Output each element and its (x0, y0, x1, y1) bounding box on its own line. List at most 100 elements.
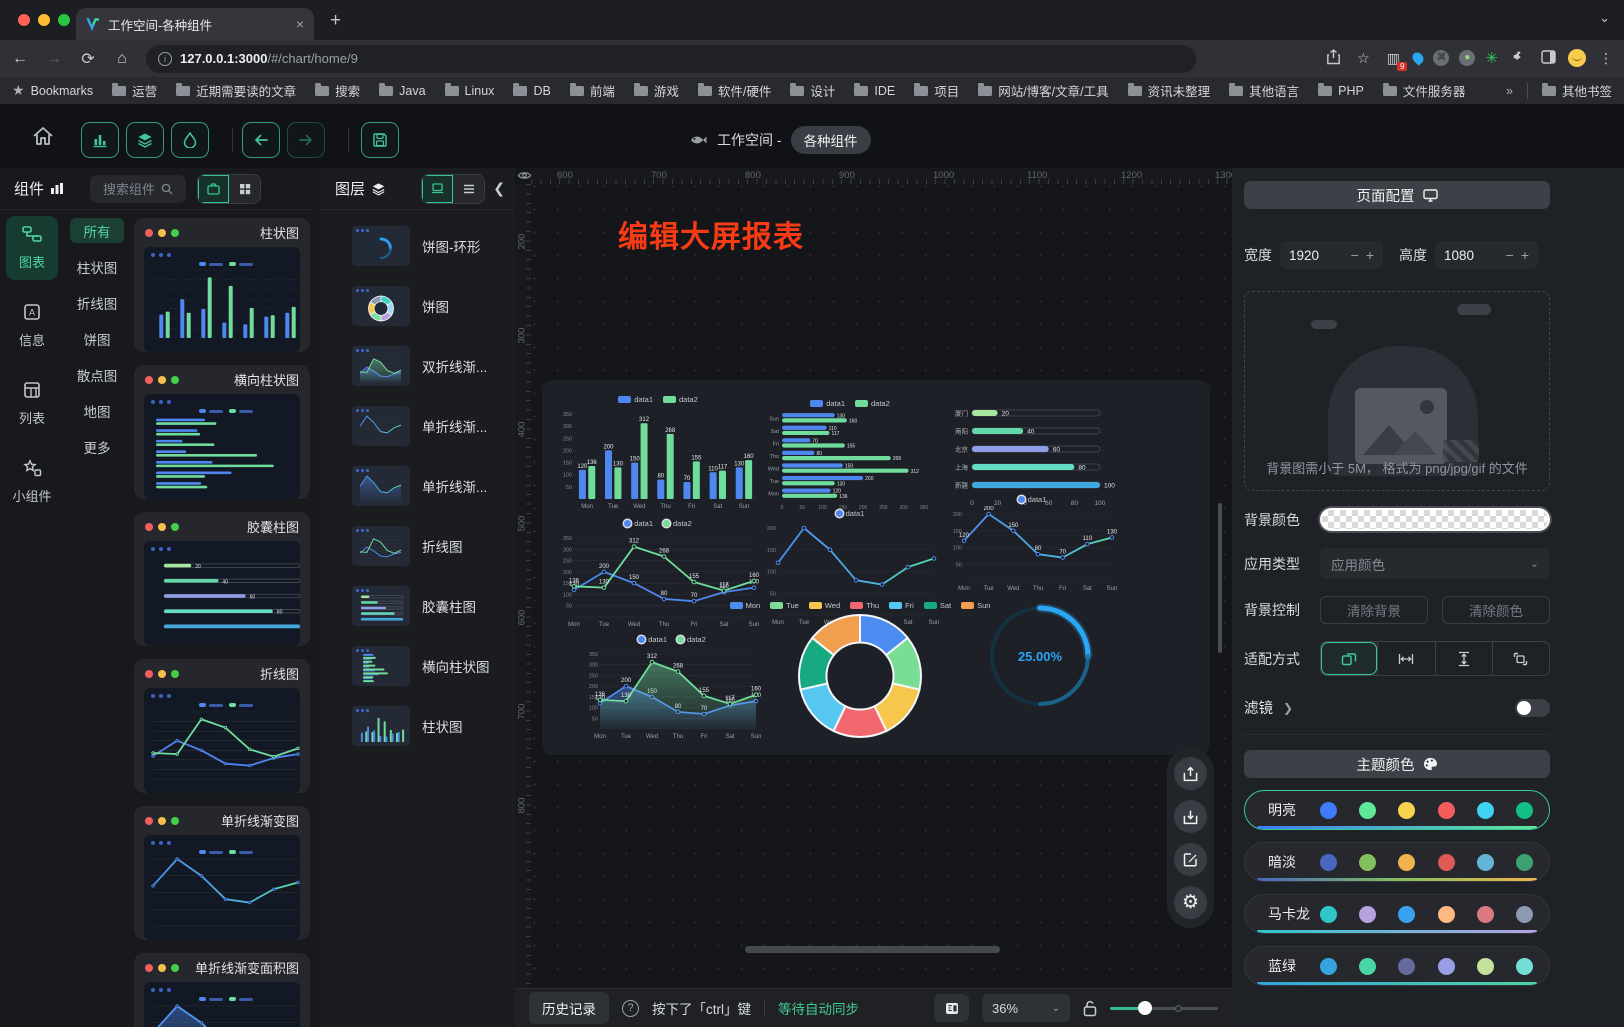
fit-stretch-option[interactable] (1492, 642, 1549, 675)
bookmark-folder[interactable]: 前端 (570, 81, 615, 100)
theme-color-dot[interactable] (1516, 906, 1533, 923)
theme-color-dot[interactable] (1359, 802, 1376, 819)
bookmarks-root[interactable]: ★Bookmarks (12, 82, 93, 99)
settings-gear-icon[interactable]: ⚙ (1174, 886, 1207, 919)
category-item[interactable]: 所有 (70, 218, 124, 243)
theme-color-dot[interactable] (1398, 958, 1415, 975)
bookmark-folder[interactable]: 设计 (790, 81, 835, 100)
details-panel-toggle[interactable] (171, 122, 209, 158)
macos-close-button[interactable] (18, 14, 30, 26)
bookmark-folder[interactable]: 项目 (914, 81, 959, 100)
bookmark-folder[interactable]: 软件/硬件 (698, 81, 771, 100)
width-plus[interactable]: + (1366, 247, 1374, 263)
rail-item-1[interactable]: A信息 (6, 294, 58, 358)
theme-color-header[interactable]: 主题颜色 (1244, 750, 1550, 778)
theme-color-dot[interactable] (1516, 802, 1533, 819)
fit-width-option[interactable] (1377, 642, 1434, 675)
new-tab-button[interactable]: + (330, 10, 341, 32)
bookmark-folder[interactable]: 文件服务器 (1383, 81, 1466, 100)
theme-color-dot[interactable] (1359, 958, 1376, 975)
layer-item[interactable]: 饼图-环形 (319, 216, 515, 276)
extension-dot-icon[interactable]: ● (1459, 50, 1475, 66)
forward-icon[interactable]: → (40, 50, 68, 68)
theme-color-dot[interactable] (1320, 958, 1337, 975)
dual-line-chart[interactable]: data1data250100150200250300350MonTueWedT… (556, 516, 760, 630)
edit-button[interactable] (1174, 843, 1207, 876)
save-button[interactable] (361, 122, 399, 158)
component-card[interactable]: 单折线渐变面积图 (134, 953, 310, 1027)
category-item[interactable]: 地图 (70, 398, 124, 423)
component-card[interactable]: 单折线渐变图 (134, 806, 310, 940)
editor-canvas[interactable]: 6007008009001000110012001300 20030040050… (515, 168, 1232, 1027)
browser-tab[interactable]: 工作空间-各种组件 × (76, 8, 314, 40)
theme-row-蓝绿[interactable]: 蓝绿 (1244, 946, 1550, 986)
reload-icon[interactable]: ⟳ (74, 49, 102, 69)
category-item[interactable]: 更多 (70, 434, 124, 459)
project-name-pill[interactable]: 各种组件 (791, 126, 871, 154)
share-icon[interactable] (1323, 49, 1343, 68)
help-icon[interactable]: ? (622, 1000, 639, 1017)
theme-color-dot[interactable] (1516, 958, 1533, 975)
layer-item[interactable]: 胶囊柱图 (319, 576, 515, 636)
layer-item[interactable]: 单折线渐... (319, 456, 515, 516)
theme-row-马卡龙[interactable]: 马卡龙 (1244, 894, 1550, 934)
layer-item[interactable]: 双折线渐... (319, 336, 515, 396)
height-plus[interactable]: + (1521, 247, 1529, 263)
ring-progress-chart[interactable]: 25.00% (986, 602, 1094, 710)
lock-open-icon[interactable] (1083, 1000, 1097, 1017)
workspace-label[interactable]: 工作空间 - (717, 130, 782, 150)
home-icon[interactable]: ⌂ (108, 50, 136, 68)
undo-button[interactable] (242, 122, 280, 158)
layer-item[interactable]: 折线图 (319, 516, 515, 576)
theme-color-dot[interactable] (1477, 854, 1494, 871)
slider-knob[interactable] (1138, 1001, 1152, 1015)
theme-color-dot[interactable] (1320, 854, 1337, 871)
clear-color-button[interactable]: 清除颜色 (1442, 596, 1550, 624)
component-card[interactable]: 柱状图 (134, 218, 310, 352)
theme-row-暗淡[interactable]: 暗淡 (1244, 842, 1550, 882)
theme-color-dot[interactable] (1477, 906, 1494, 923)
rail-item-2[interactable]: 列表 (6, 372, 58, 436)
collapse-panel-icon[interactable]: ❮ (493, 180, 505, 197)
browser-menu-icon[interactable]: ⋮ (1596, 50, 1616, 67)
layers-panel-toggle[interactable] (126, 122, 164, 158)
tab-close-icon[interactable]: × (296, 16, 304, 32)
rail-item-3[interactable]: 小组件 (6, 450, 58, 514)
export-button[interactable] (1174, 757, 1207, 790)
tab-search-chevron-icon[interactable]: ⌄ (1599, 10, 1610, 26)
dual-line-area-chart[interactable]: data1data250100150200250300350MonTueWedT… (582, 632, 762, 742)
filter-expand-chevron[interactable]: ❯ (1283, 701, 1293, 715)
theme-color-dot[interactable] (1438, 958, 1455, 975)
list-view-button[interactable] (453, 175, 484, 203)
background-upload-dropzone[interactable]: 背景图需小于 5M， 格式为 png/jpg/gif 的文件 (1244, 291, 1550, 491)
history-button[interactable]: 历史记录 (529, 992, 609, 1024)
bookmark-folder[interactable]: 搜索 (315, 81, 360, 100)
theme-color-dot[interactable] (1359, 906, 1376, 923)
app-home-icon[interactable] (32, 126, 54, 151)
bookmark-folder[interactable]: 近期需要读的文章 (176, 81, 296, 100)
theme-color-dot[interactable] (1477, 958, 1494, 975)
profile-avatar[interactable] (1568, 49, 1586, 67)
dashboard-preview[interactable]: data1data250100150200250300350120136Mon2… (542, 380, 1210, 755)
category-item[interactable]: 折线图 (70, 290, 124, 315)
align-panel-button[interactable] (934, 994, 969, 1022)
bookmark-folder[interactable]: 其他语言 (1229, 81, 1299, 100)
theme-color-dot[interactable] (1359, 854, 1376, 871)
theme-row-明亮[interactable]: 明亮 (1244, 790, 1550, 830)
address-bar[interactable]: i 127.0.0.1:3000/#/chart/home/9 (146, 45, 1196, 73)
charts-panel-toggle[interactable] (81, 122, 119, 158)
theme-color-dot[interactable] (1438, 802, 1455, 819)
bookmark-folder[interactable]: Linux (445, 81, 495, 100)
width-input[interactable]: 1920−+ (1280, 241, 1383, 269)
capsule-bar-chart[interactable]: 厦门20南阳40北京60上海80新疆100020406080100 (946, 400, 1118, 506)
import-button[interactable] (1174, 800, 1207, 833)
visibility-eye-icon[interactable] (517, 169, 532, 187)
theme-color-dot[interactable] (1477, 802, 1494, 819)
theme-color-dot[interactable] (1320, 802, 1337, 819)
horizontal-bar-chart[interactable]: data1data2050100150200250300350Mon120136… (760, 396, 940, 512)
page-config-header[interactable]: 页面配置 (1244, 181, 1550, 209)
extension-star-icon[interactable]: ✳ (1485, 49, 1498, 67)
bg-color-swatch[interactable] (1320, 508, 1550, 531)
thumbnail-view-button[interactable] (422, 175, 453, 203)
theme-color-dot[interactable] (1398, 802, 1415, 819)
